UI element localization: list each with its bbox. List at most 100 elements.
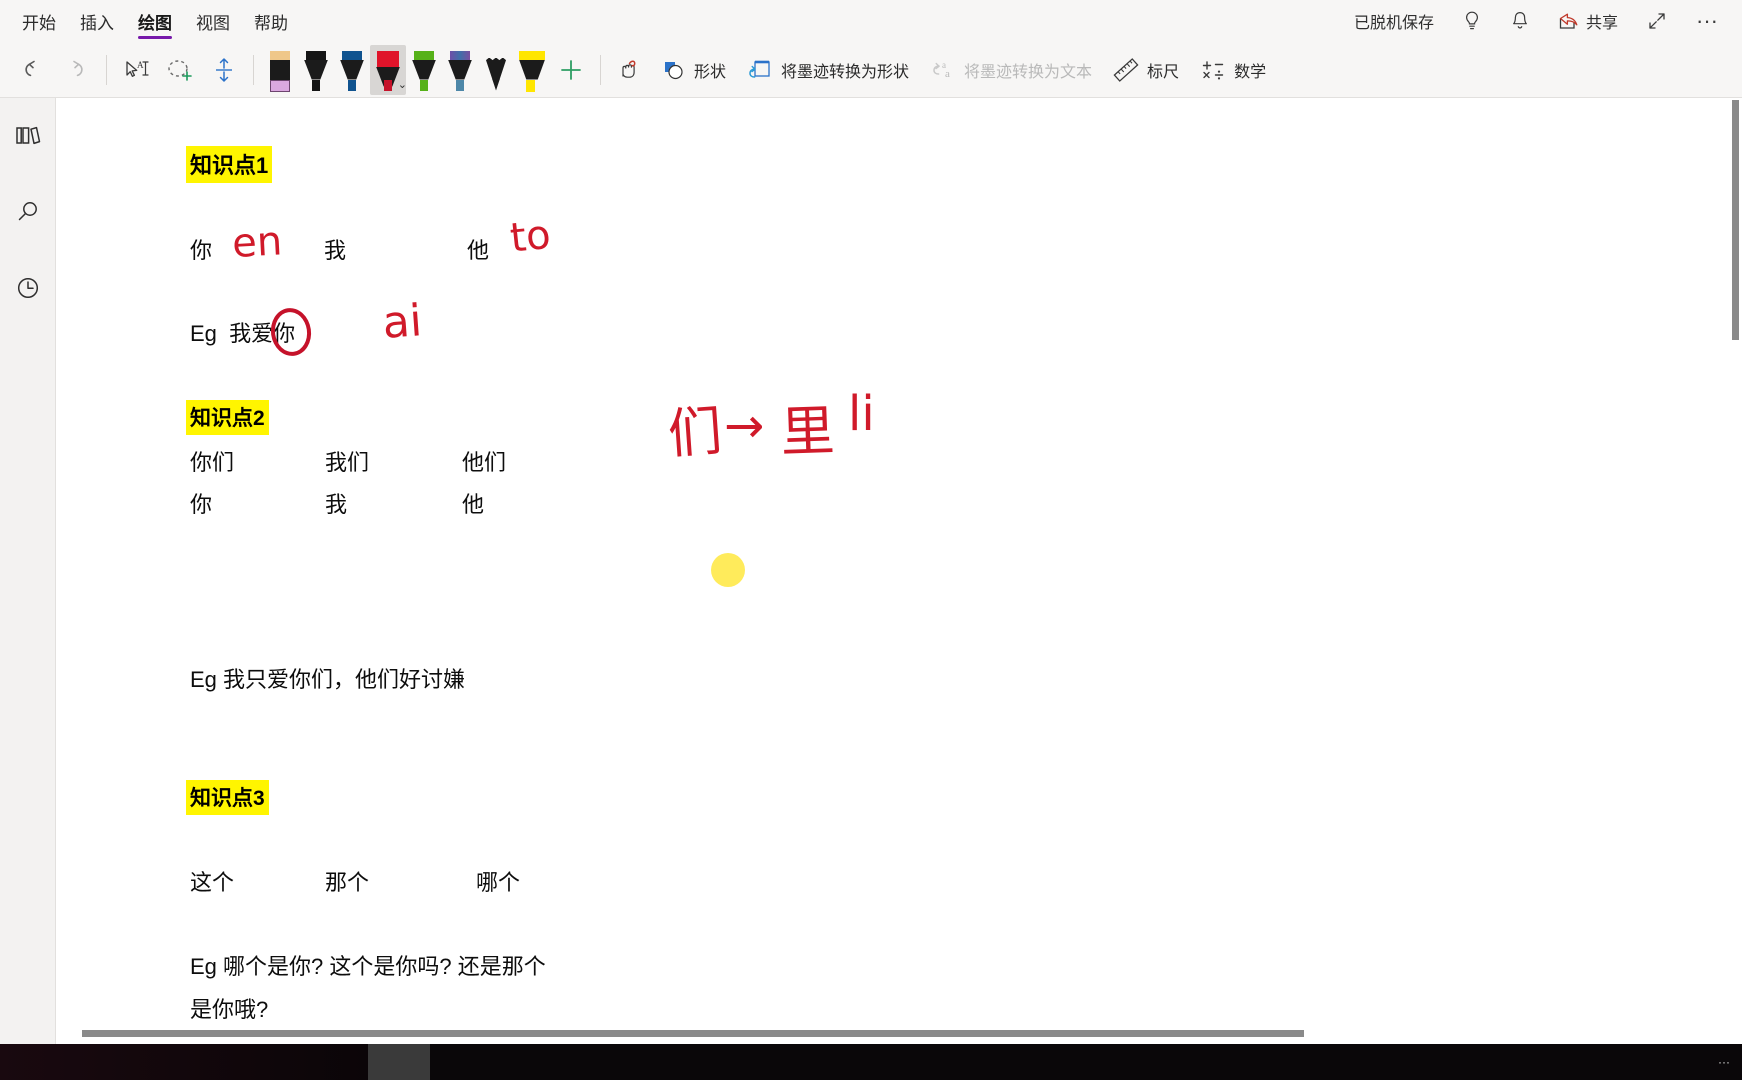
taskbar-active-tile[interactable] xyxy=(368,1044,430,1080)
heading-knowledge-2[interactable]: 知识点2 xyxy=(186,400,269,435)
pen-red[interactable]: ⌄ xyxy=(370,44,407,95)
draw-with-touch-button[interactable] xyxy=(609,46,651,94)
heading-knowledge-1[interactable]: 知识点1 xyxy=(186,146,273,183)
demonstrative-which[interactable]: 哪个 xyxy=(476,865,520,897)
pronoun-i-2[interactable]: 我 xyxy=(325,487,347,519)
ribbon-tab-bar: 开始 插入 绘图 视图 帮助 已脱机保存 共享 ··· xyxy=(0,0,1742,42)
pronoun-they[interactable]: 他们 xyxy=(462,445,506,477)
pronoun-he-1[interactable]: 他 xyxy=(467,233,489,265)
tell-me-button[interactable] xyxy=(1448,0,1496,42)
select-text-icon: A xyxy=(121,56,151,84)
pen-eraser[interactable] xyxy=(262,45,298,95)
pen-galaxy-icon xyxy=(447,50,473,95)
select-text-button[interactable]: A xyxy=(115,46,157,94)
pen-green[interactable] xyxy=(406,45,442,95)
expand-arrow-icon xyxy=(1646,10,1668,32)
tab-help[interactable]: 帮助 xyxy=(242,0,300,42)
toolbar-divider-2 xyxy=(253,54,254,85)
pen-blue-icon xyxy=(339,50,365,95)
ruler-button[interactable]: 标尺 xyxy=(1102,46,1189,94)
pronoun-you-2[interactable]: 你 xyxy=(190,487,212,519)
fullscreen-button[interactable] xyxy=(1632,0,1682,42)
pronoun-we[interactable]: 我们 xyxy=(325,445,369,477)
lightbulb-icon xyxy=(1462,10,1482,32)
ink-annotation-men[interactable]: 们 xyxy=(665,386,724,469)
notifications-button[interactable] xyxy=(1496,0,1544,42)
pen-black-icon xyxy=(303,50,329,95)
sidebar-recent[interactable] xyxy=(8,268,48,308)
left-nav-rail xyxy=(0,98,56,1044)
note-page[interactable]: 知识点1 你 en 我 他 to Eg 我爱你 ai 知识点2 你们 我们 他们… xyxy=(56,98,1742,1044)
note-canvas[interactable]: 知识点1 你 en 我 他 to Eg 我爱你 ai 知识点2 你们 我们 他们… xyxy=(56,98,1742,1044)
pronoun-i-1[interactable]: 我 xyxy=(324,233,346,265)
ribbon-right-group: 已脱机保存 共享 ··· xyxy=(1340,0,1742,42)
eraser-icon xyxy=(267,50,293,95)
demonstrative-this[interactable]: 这个 xyxy=(190,865,234,897)
share-label: 共享 xyxy=(1586,15,1619,32)
tab-insert[interactable]: 插入 xyxy=(68,0,126,42)
pronoun-you-1[interactable]: 你 xyxy=(190,233,212,265)
horizontal-scrollbar-thumb[interactable] xyxy=(82,1030,1304,1037)
heading-knowledge-3[interactable]: 知识点3 xyxy=(186,780,269,815)
lasso-select-icon xyxy=(163,56,197,84)
pronoun-you-plural[interactable]: 你们 xyxy=(190,445,234,477)
redo-button[interactable] xyxy=(56,46,98,94)
bell-icon xyxy=(1510,10,1530,32)
pen-black[interactable] xyxy=(298,45,334,95)
example-3-line-1[interactable]: Eg 哪个是你? 这个是你吗? 还是那个 xyxy=(190,949,546,981)
undo-button[interactable] xyxy=(14,46,56,94)
highlighter-icon xyxy=(519,50,545,95)
taskbar-system-tray[interactable]: ··· xyxy=(1718,1055,1742,1069)
ink-to-shape-button[interactable]: 将墨迹转换为形状 xyxy=(736,46,919,94)
insert-space-button[interactable] xyxy=(203,46,245,94)
pen-green-icon xyxy=(411,50,437,95)
pen-galaxy[interactable] xyxy=(442,45,478,95)
save-status: 已脱机保存 xyxy=(1340,0,1448,42)
ink-annotation-en[interactable]: en xyxy=(231,218,283,267)
draw-with-touch-icon xyxy=(615,55,645,85)
search-icon xyxy=(14,198,42,226)
draw-toolbar: A ⌄ 形状 将墨迹转换为形状 a a 将墨迹转换为文本 标尺 数学 xyxy=(0,42,1742,98)
toolbar-divider-1 xyxy=(106,54,107,85)
pen-blue[interactable] xyxy=(334,45,370,95)
demonstrative-that[interactable]: 那个 xyxy=(325,865,369,897)
math-label: 数学 xyxy=(1234,63,1267,81)
ink-annotation-li-hanzi[interactable]: 里 xyxy=(779,386,836,467)
ellipsis-icon: ··· xyxy=(1696,8,1718,33)
tab-draw[interactable]: 绘图 xyxy=(126,0,184,42)
save-status-label: 已脱机保存 xyxy=(1353,15,1434,32)
more-options-button[interactable]: ··· xyxy=(1682,0,1732,42)
undo-icon xyxy=(21,56,49,84)
sidebar-search[interactable] xyxy=(8,192,48,232)
math-icon xyxy=(1199,57,1227,83)
ink-annotation-ai[interactable]: ai xyxy=(381,295,424,349)
windows-taskbar[interactable]: ··· xyxy=(0,1044,1742,1080)
ink-to-shape-label: 将墨迹转换为形状 xyxy=(781,63,910,81)
ink-to-text-label: 将墨迹转换为文本 xyxy=(964,63,1093,81)
highlighter-yellow[interactable] xyxy=(514,45,550,95)
tab-view[interactable]: 视图 xyxy=(184,0,242,42)
math-button[interactable]: 数学 xyxy=(1189,46,1276,94)
shapes-button[interactable]: 形状 xyxy=(651,46,736,94)
ink-circle-ai[interactable] xyxy=(267,305,315,359)
pronoun-he-2[interactable]: 他 xyxy=(462,487,484,519)
ink-annotation-to[interactable]: to xyxy=(508,212,553,262)
example-2[interactable]: Eg 我只爱你们，他们好讨嫌 xyxy=(190,662,465,694)
sidebar-notebooks[interactable] xyxy=(8,116,48,156)
tab-home[interactable]: 开始 xyxy=(10,0,68,42)
ruler-label: 标尺 xyxy=(1147,63,1180,81)
ink-annotation-li-pinyin[interactable]: li xyxy=(848,386,875,442)
ink-annotation-arrow[interactable]: → xyxy=(724,398,764,454)
notebooks-icon xyxy=(13,123,43,149)
highlighter-dot[interactable] xyxy=(711,553,745,587)
share-button[interactable]: 共享 xyxy=(1544,0,1632,42)
ink-to-text-icon: a a xyxy=(929,57,957,83)
add-pen-button[interactable] xyxy=(550,46,592,94)
vertical-scrollbar-thumb[interactable] xyxy=(1732,100,1739,340)
shapes-icon xyxy=(661,57,687,83)
example-3-line-2[interactable]: 是你哦? xyxy=(190,992,268,1024)
pencil-gray[interactable] xyxy=(478,45,514,95)
onenote-window: 开始 插入 绘图 视图 帮助 已脱机保存 共享 ··· A ⌄ 形状 将墨迹转换… xyxy=(0,0,1742,1080)
lasso-select-button[interactable] xyxy=(157,46,203,94)
ruler-icon xyxy=(1112,57,1140,83)
